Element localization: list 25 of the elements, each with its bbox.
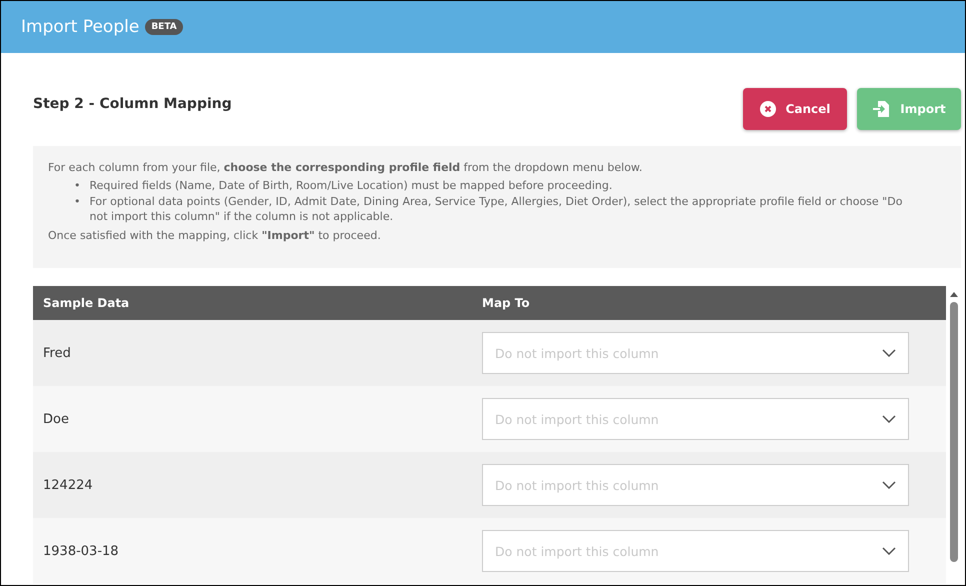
chevron-down-icon xyxy=(882,547,896,555)
chevron-down-icon xyxy=(882,349,896,357)
scroll-up-icon[interactable] xyxy=(948,290,958,298)
column-header: Map To xyxy=(482,296,531,310)
cancel-button[interactable]: Cancel xyxy=(743,88,847,130)
close-icon xyxy=(760,101,776,117)
chevron-down-icon xyxy=(882,481,896,489)
import-button[interactable]: Import xyxy=(857,88,961,130)
beta-badge: BETA xyxy=(145,19,183,35)
instruction-text: For each column from your file, choose the corresponding profile field from the dropdown menu below. xyxy=(48,161,644,174)
scrollbar-thumb[interactable] xyxy=(950,302,958,562)
sample-value: Doe xyxy=(42,412,70,426)
chevron-down-icon xyxy=(882,415,896,423)
bullet-marker: • xyxy=(74,179,80,194)
sample-value: 1938-03-18 xyxy=(42,544,120,558)
column-header: Sample Data xyxy=(42,296,130,310)
instruction-text: Once satisfied with the mapping, click "Import" to proceed. xyxy=(48,228,382,242)
instruction-bullet: For optional data points (Gender, ID, Admit Date, Dining Area, Service Type, Allergies, Diet Order), select the appropriate profile field or choose "Do not import this column" if the column is not applicable. xyxy=(90,195,904,224)
bullet-marker: • xyxy=(74,195,80,210)
sample-value: Fred xyxy=(42,346,72,360)
file-import-icon xyxy=(872,100,890,118)
instruction-bullet: Required fields (Name, Date of Birth, Room/Live Location) must be mapped before proceeding. xyxy=(90,179,612,194)
page-title: Import People xyxy=(21,17,140,37)
step-title: Step 2 - Column Mapping xyxy=(33,96,232,114)
sample-value: 124224 xyxy=(42,478,94,492)
